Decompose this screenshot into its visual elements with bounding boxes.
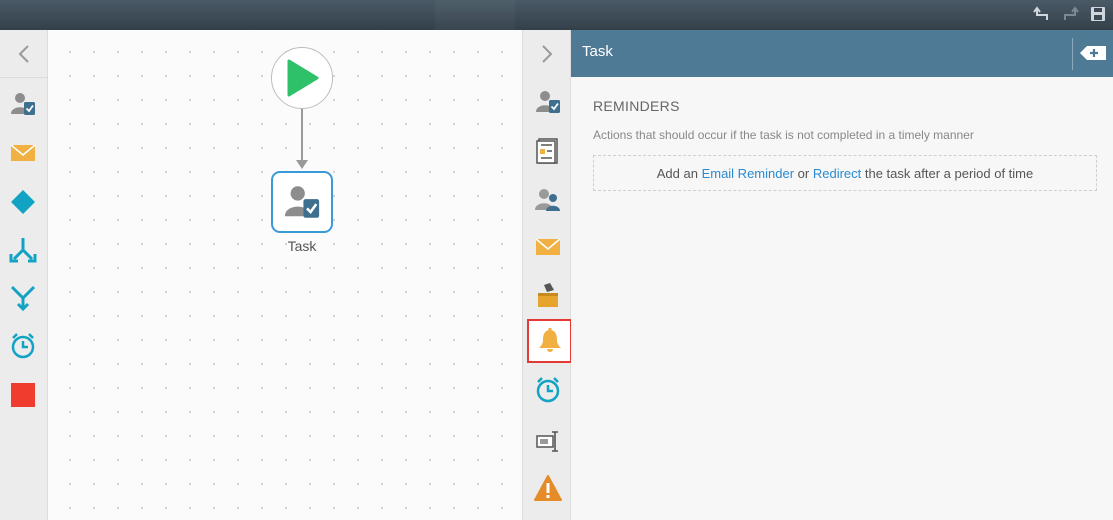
top-bar-center (435, 0, 515, 30)
property-assignment[interactable] (534, 88, 562, 116)
email-icon (535, 238, 561, 255)
redo-icon[interactable] (1061, 5, 1079, 23)
assignment-icon (536, 91, 560, 113)
decision-icon (11, 190, 35, 214)
dropzone-prefix: Add an (656, 165, 702, 181)
toolbox-split[interactable] (9, 236, 37, 264)
chevron-right-icon (541, 45, 552, 63)
form-icon (536, 138, 558, 164)
property-warning[interactable] (534, 474, 562, 502)
merge-icon (10, 285, 36, 312)
property-form[interactable] (534, 137, 562, 165)
expand-panel-button[interactable] (1079, 43, 1107, 63)
dropzone-middle: or (794, 165, 813, 181)
toolbox-merge[interactable] (9, 284, 37, 312)
redirect-link[interactable]: Redirect (813, 166, 861, 181)
task-node-label: Task (287, 238, 317, 254)
property-actions[interactable] (534, 281, 562, 309)
toolbox-panel (0, 30, 48, 520)
dropzone-suffix: the task after a period of time (861, 165, 1034, 181)
property-collapse-button[interactable] (523, 30, 570, 78)
start-icon (287, 59, 319, 97)
panel-title: Task (582, 43, 613, 60)
task-node[interactable] (271, 171, 333, 233)
toolbox-user-task[interactable] (9, 90, 37, 118)
connector-arrowhead (296, 160, 308, 169)
property-participants[interactable] (534, 186, 562, 214)
toolbox-end[interactable] (9, 381, 37, 409)
user-task-icon (11, 93, 35, 115)
panel-header: Task (571, 30, 1113, 77)
property-reminders[interactable] (527, 319, 572, 363)
toolbox-decision[interactable] (9, 188, 37, 216)
toolbox-collapse-button[interactable] (0, 30, 47, 78)
actions-icon (538, 283, 558, 307)
toolbox-timer[interactable] (9, 332, 37, 360)
split-icon (9, 238, 37, 263)
property-email[interactable] (534, 233, 562, 261)
start-node[interactable] (271, 47, 333, 109)
user-task-icon (284, 186, 320, 218)
email-icon (10, 144, 36, 161)
property-escalation-timer[interactable] (534, 376, 562, 404)
header-divider (1072, 38, 1073, 70)
reminders-heading: REMINDERS (593, 98, 680, 114)
reminders-description: Actions that should occur if the task is… (593, 128, 974, 142)
participants-icon (535, 189, 560, 211)
task-properties-panel: Task REMINDERS Actions that should occur… (571, 30, 1113, 520)
timer-icon (536, 377, 560, 403)
toolbox-email[interactable] (9, 139, 37, 167)
property-toolbar (522, 30, 572, 520)
end-icon (11, 383, 35, 407)
top-bar (0, 0, 1113, 30)
timer-icon (11, 333, 35, 359)
expand-icon (1080, 46, 1106, 60)
email-reminder-link[interactable]: Email Reminder (702, 166, 794, 181)
warning-icon (534, 475, 562, 501)
connector-line[interactable] (301, 109, 303, 164)
chevron-left-icon (18, 44, 29, 63)
variables-icon (536, 431, 558, 452)
property-variables[interactable] (534, 427, 562, 455)
top-bar-actions (1033, 5, 1107, 23)
save-icon[interactable] (1089, 5, 1107, 23)
reminder-bell-icon (538, 328, 561, 352)
reminders-dropzone: Add an Email Reminder or Redirect the ta… (593, 155, 1097, 191)
workflow-canvas[interactable]: Task (48, 30, 522, 520)
undo-icon[interactable] (1033, 5, 1051, 23)
